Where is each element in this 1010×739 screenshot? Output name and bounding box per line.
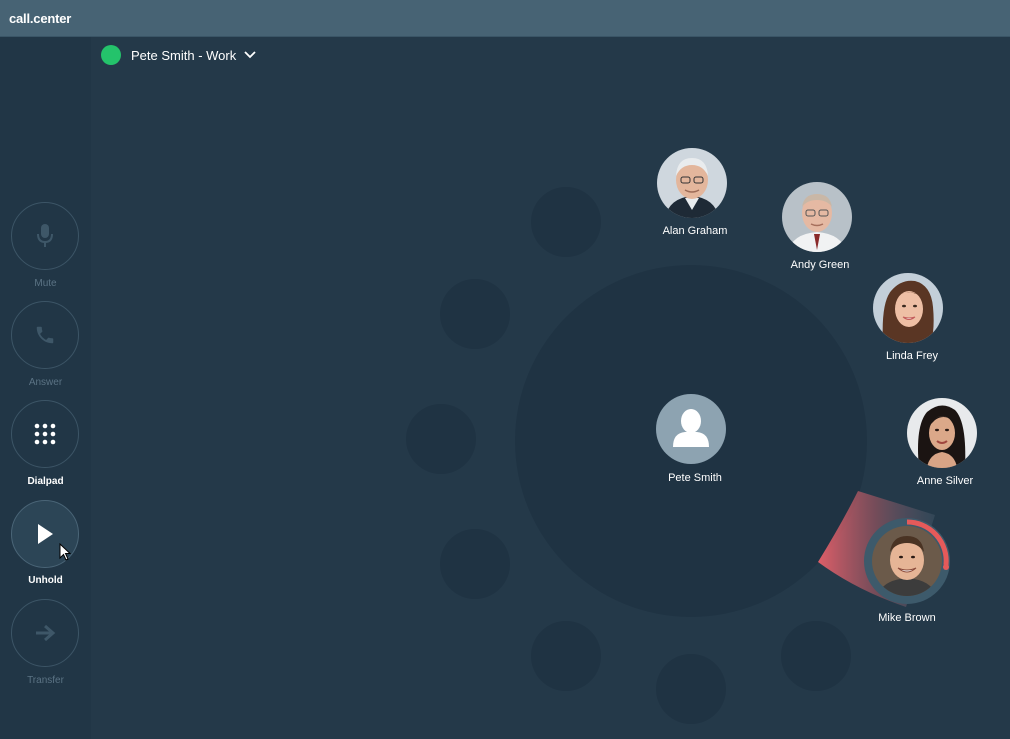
contact-name-alan-graham: Alan Graham xyxy=(662,225,728,237)
contact-avatar-alan-graham[interactable] xyxy=(657,148,727,218)
andy-green-photo xyxy=(782,182,852,252)
center-contact-name: Pete Smith xyxy=(668,472,722,484)
linda-frey-photo xyxy=(873,273,943,343)
empty-slot[interactable] xyxy=(531,187,601,257)
orbit-canvas xyxy=(406,187,950,724)
empty-slot[interactable] xyxy=(656,654,726,724)
call-center-window: call.center Mute Answer Dialpad Unhold T… xyxy=(0,0,1010,739)
contact-name-anne-silver: Anne Silver xyxy=(916,475,974,487)
empty-slot[interactable] xyxy=(440,279,510,349)
empty-slot[interactable] xyxy=(781,621,851,691)
empty-slot[interactable] xyxy=(531,621,601,691)
alan-graham-photo xyxy=(657,148,727,218)
call-progress-dot xyxy=(943,564,949,570)
empty-slot[interactable] xyxy=(406,404,476,474)
empty-slot[interactable] xyxy=(440,529,510,599)
contact-avatar-linda-frey[interactable] xyxy=(873,273,943,343)
contact-name-andy-green: Andy Green xyxy=(790,259,850,271)
anne-silver-photo xyxy=(907,398,977,468)
contact-avatar-andy-green[interactable] xyxy=(782,182,852,252)
contact-name-mike-brown: Mike Brown xyxy=(878,612,936,624)
contact-avatar-anne-silver[interactable] xyxy=(907,398,977,468)
contact-avatar-mike-brown[interactable] xyxy=(872,526,942,596)
mike-brown-photo xyxy=(872,526,942,596)
contact-name-linda-frey: Linda Frey xyxy=(886,350,938,362)
